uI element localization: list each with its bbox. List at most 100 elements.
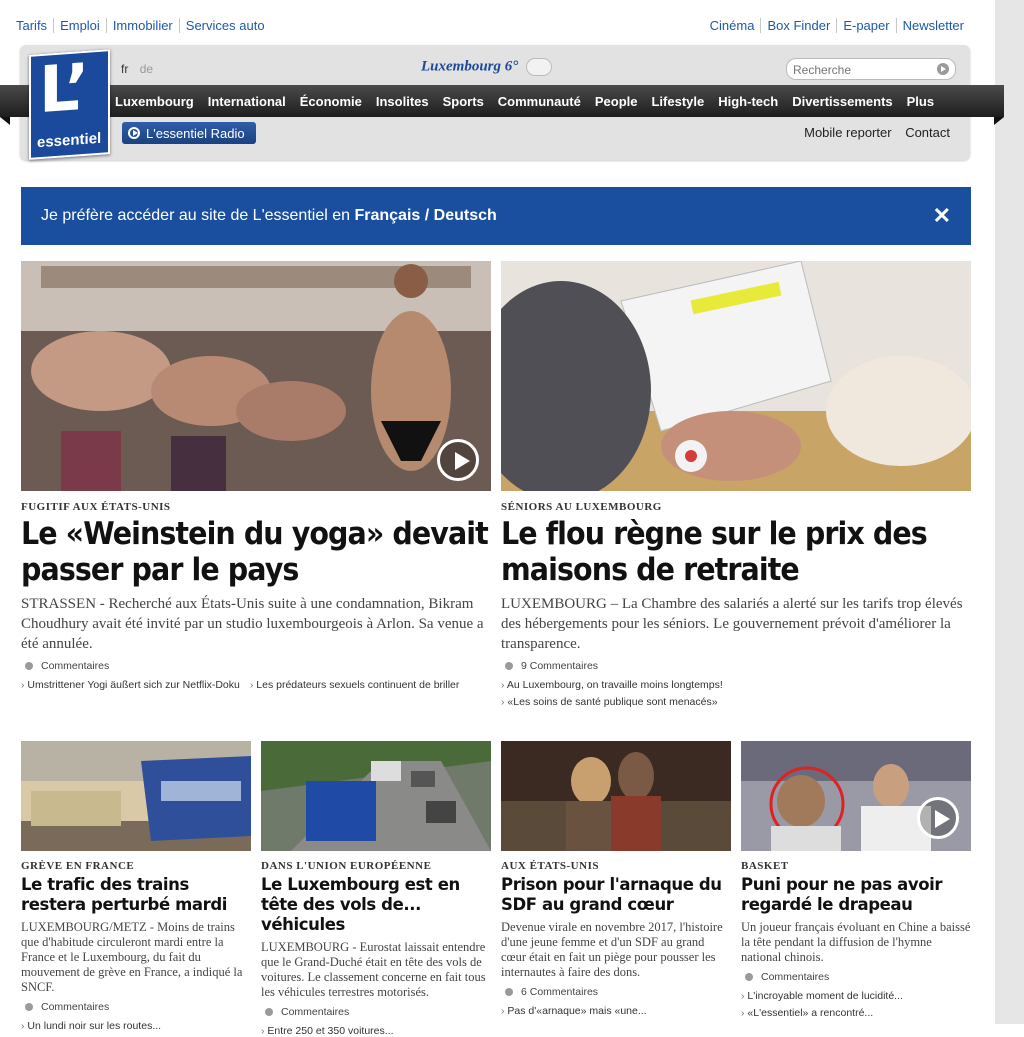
play-circle-icon [128,127,140,139]
search-box [786,58,956,80]
lang-fr[interactable]: fr [121,62,128,76]
article-image[interactable] [501,741,731,851]
close-icon[interactable]: ✕ [933,203,951,229]
comment-bubble-icon [505,988,513,996]
link-contact[interactable]: Contact [905,125,950,140]
toplink-services-auto[interactable]: Services auto [180,18,271,33]
comments-label: Commentaires [761,971,830,983]
article-comments[interactable]: Commentaires [21,660,491,672]
article-comments[interactable]: 9 Commentaires [501,660,971,672]
nav-lifestyle[interactable]: Lifestyle [651,94,704,109]
toplink-cinema[interactable]: Cinéma [703,18,762,33]
top-links-left: Tarifs Emploi Immobilier Services auto [10,18,271,33]
article-summary: LUXEMBOURG - Eurostat laissait entendre … [261,940,486,999]
article-kicker: SÉNIORS AU LUXEMBOURG [501,501,662,513]
related-link[interactable]: Umstrittener Yogi äußert sich zur Netfli… [21,679,239,691]
comments-label: Commentaires [281,1006,350,1018]
article-image[interactable] [261,741,491,851]
related-links: Entre 250 et 350 voitures... [261,1025,491,1037]
banner-francais-link[interactable]: Français [354,207,420,224]
related-link[interactable]: «L'essentiel» a rencontré... [741,1007,961,1019]
logo-word: essentiel [37,129,102,152]
article-title[interactable]: Le «Weinstein du yoga» devait passer par… [21,516,490,588]
nav-international[interactable]: International [208,94,286,109]
weather-text: Luxembourg 6° [421,58,519,75]
radio-label: L'essentiel Radio [146,125,245,141]
related-link[interactable]: Un lundi noir sur les routes... [21,1020,161,1032]
featured-article-1: FUGITIF AUX ÉTATS-UNIS Le «Weinstein du … [21,261,491,691]
radio-button[interactable]: L'essentiel Radio [122,122,256,144]
article-title[interactable]: Le flou règne sur le prix des maisons de… [501,516,970,588]
top-links-right: Cinéma Box Finder E-paper Newsletter [703,18,970,33]
article-comments[interactable]: 6 Commentaires [501,986,731,998]
article-title[interactable]: Le trafic des trains restera perturbé ma… [21,875,251,915]
article-card-4: BASKET Puni pour ne pas avoir regardé le… [741,741,971,1019]
search-input[interactable] [791,62,935,78]
toplink-newsletter[interactable]: Newsletter [897,18,970,33]
article-title[interactable]: Le Luxembourg est en tête des vols de...… [261,875,491,935]
cloud-sun-icon [526,58,553,76]
related-links: Pas d'«arnaque» mais «une... [501,1005,731,1017]
nav-economie[interactable]: Économie [300,94,362,109]
comments-label: 9 Commentaires [521,660,599,672]
article-kicker: AUX ÉTATS-UNIS [501,860,599,872]
comment-bubble-icon [25,1003,33,1011]
article-card-2: DANS L'UNION EUROPÉENNE Le Luxembourg es… [261,741,491,1037]
article-kicker: BASKET [741,860,789,872]
banner-deutsch-link[interactable]: Deutsch [434,207,497,224]
nav-people[interactable]: People [595,94,638,109]
nav-communaute[interactable]: Communauté [498,94,581,109]
search-go-icon[interactable] [937,63,949,75]
article-summary: STRASSEN - Recherché aux États-Unis suit… [21,596,484,652]
link-mobile-reporter[interactable]: Mobile reporter [804,125,891,140]
header-links: Mobile reporter Contact [794,125,950,140]
comment-bubble-icon [505,662,513,670]
video-play-icon[interactable] [437,439,479,481]
lang-de[interactable]: de [140,62,153,76]
toplink-epaper[interactable]: E-paper [837,18,897,33]
people-photo [501,741,731,851]
banner-text: Je préfère accéder au site de L'essentie… [41,207,497,225]
article-card-3: AUX ÉTATS-UNIS Prison pour l'arnaque du … [501,741,731,1017]
article-comments[interactable]: Commentaires [261,1006,491,1018]
weather-widget[interactable]: Luxembourg 6° [421,58,553,76]
yoga-class-photo [21,261,491,491]
article-image[interactable] [21,261,491,491]
related-link[interactable]: L'incroyable moment de lucidité... [741,990,961,1002]
toplink-tarifs[interactable]: Tarifs [10,18,55,33]
site-logo[interactable]: L’ essentiel [29,49,110,160]
related-link[interactable]: «Les soins de santé publique sont menacé… [501,696,961,708]
related-link[interactable]: Entre 250 et 350 voitures... [261,1025,393,1037]
nav-high-tech[interactable]: High-tech [718,94,778,109]
article-comments[interactable]: Commentaires [741,971,971,983]
language-banner: Je préfère accéder au site de L'essentie… [21,187,971,245]
nav-sports[interactable]: Sports [443,94,484,109]
comment-bubble-icon [25,662,33,670]
article-image[interactable] [501,261,971,491]
nav-divertissements[interactable]: Divertissements [792,94,892,109]
toplink-emploi[interactable]: Emploi [54,18,107,33]
article-kicker: DANS L'UNION EUROPÉENNE [261,860,432,872]
article-kicker: FUGITIF AUX ÉTATS-UNIS [21,501,171,513]
comments-label: Commentaires [41,1001,110,1013]
nav-insolites[interactable]: Insolites [376,94,429,109]
video-play-icon[interactable] [917,797,959,839]
related-link[interactable]: Les prédateurs sexuels continuent de bri… [250,679,459,691]
nav-luxembourg[interactable]: Luxembourg [115,94,194,109]
banner-prefix: Je préfère accéder au site de L'essentie… [41,207,351,224]
comment-bubble-icon [265,1008,273,1016]
article-image[interactable] [741,741,971,851]
article-card-1: GRÈVE EN FRANCE Le trafic des trains res… [21,741,251,1032]
toplink-immobilier[interactable]: Immobilier [106,18,180,33]
toplink-box-finder[interactable]: Box Finder [761,18,838,33]
article-title[interactable]: Puni pour ne pas avoir regardé le drapea… [741,875,971,915]
banner-separator: / [420,207,434,224]
nav-plus[interactable]: Plus [907,94,934,109]
related-link[interactable]: Pas d'«arnaque» mais «une... [501,1005,646,1017]
comment-bubble-icon [745,973,753,981]
article-image[interactable] [21,741,251,851]
nav-fold-left [0,117,10,125]
related-link[interactable]: Au Luxembourg, on travaille moins longte… [501,679,961,691]
article-comments[interactable]: Commentaires [21,1001,251,1013]
article-title[interactable]: Prison pour l'arnaque du SDF au grand cœ… [501,875,731,915]
